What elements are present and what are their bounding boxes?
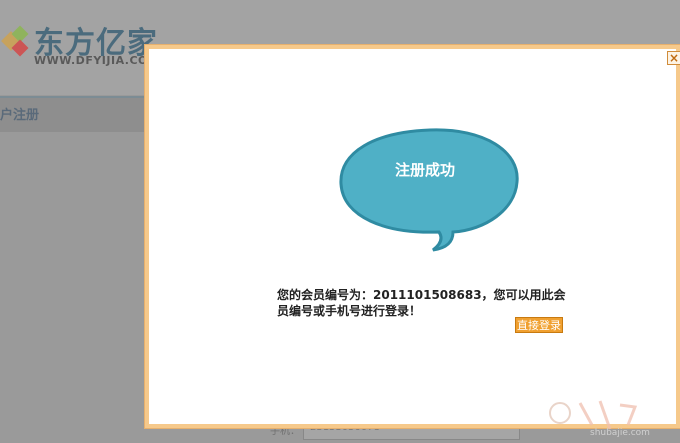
bubble-title: 注册成功 — [394, 161, 455, 179]
logo-url: WWW.DFYIJIA.COM — [34, 54, 160, 67]
nav-bar-label: 户注册 — [0, 108, 40, 123]
direct-login-button[interactable]: 直接登录 — [515, 317, 563, 333]
logo-mark-icon — [1, 25, 29, 57]
registration-success-dialog: 注册成功 您的会员编号为：2011101508683，您可以用此会员编号或手机号… — [145, 45, 680, 428]
success-message: 您的会员编号为：2011101508683，您可以用此会员编号或手机号进行登录！ — [277, 288, 566, 318]
close-button[interactable]: × — [667, 51, 680, 65]
watermark-text: shubajie.com — [590, 428, 650, 438]
speech-bubble-icon — [339, 128, 519, 252]
